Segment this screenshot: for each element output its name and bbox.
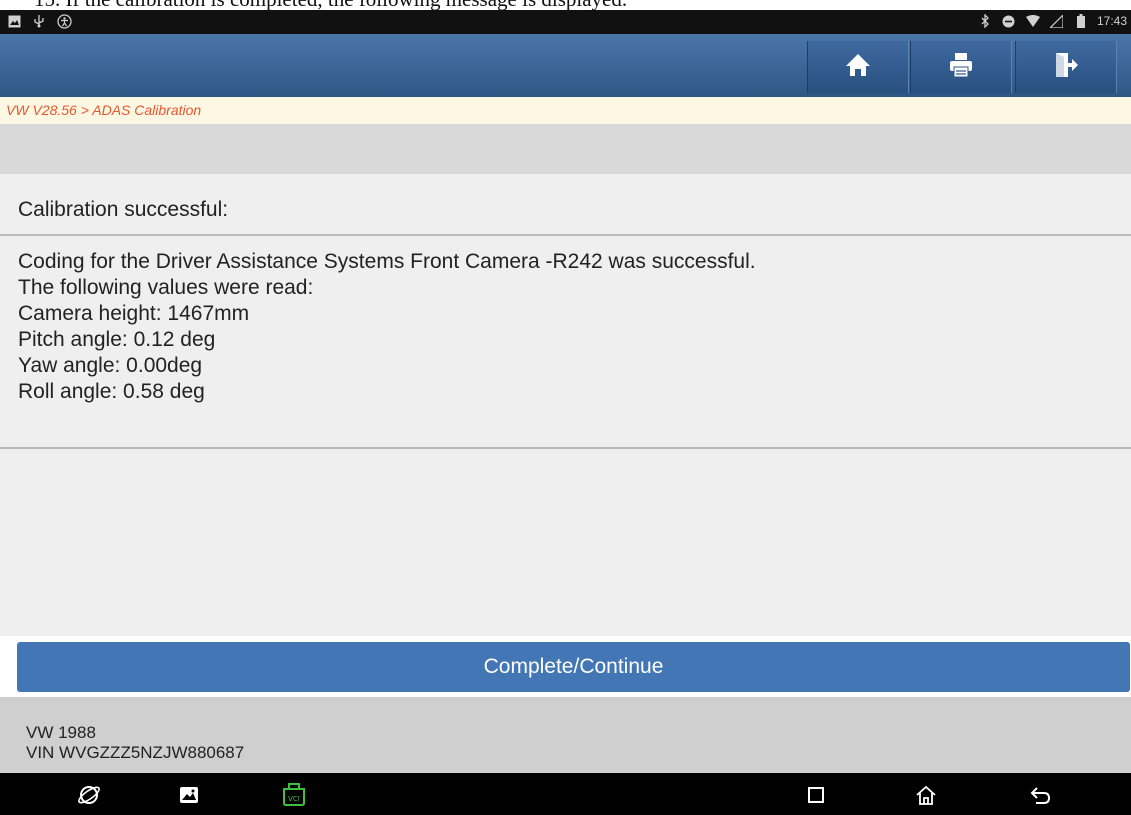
gallery-icon xyxy=(6,13,22,29)
app-header xyxy=(0,34,1131,97)
vci-icon[interactable]: VCI xyxy=(281,782,307,808)
empty-header-row xyxy=(0,124,1131,174)
message-line: Pitch angle: 0.12 deg xyxy=(18,328,216,351)
dialog-title: Calibration successful: xyxy=(0,174,1131,236)
exit-icon xyxy=(1054,52,1078,83)
battery-icon xyxy=(1073,13,1089,29)
recents-icon[interactable] xyxy=(803,782,829,808)
svg-text:VCI: VCI xyxy=(288,795,300,803)
navigation-bar: VCI xyxy=(0,773,1131,815)
document-caption: 15. If the calibration is completed, the… xyxy=(34,0,1034,10)
gallery-icon[interactable] xyxy=(176,782,202,808)
bluetooth-icon xyxy=(977,13,993,29)
wifi-icon xyxy=(1025,13,1041,29)
dialog-content: Calibration successful: Coding for the D… xyxy=(0,124,1131,636)
dialog-message: Coding for the Driver Assistance Systems… xyxy=(0,236,1131,449)
breadcrumb: VW V28.56 > ADAS Calibration xyxy=(0,97,1131,124)
clock: 17:43 xyxy=(1096,14,1127,28)
message-line: Coding for the Driver Assistance Systems… xyxy=(18,250,756,273)
home-icon[interactable] xyxy=(913,782,939,808)
status-bar: 17:43 xyxy=(0,10,1131,34)
message-line: Yaw angle: 0.00deg xyxy=(18,354,203,377)
back-icon[interactable] xyxy=(1028,782,1054,808)
print-icon xyxy=(949,52,973,83)
vin-label: VIN WVGZZZ5NZJW880687 xyxy=(26,743,245,762)
exit-button[interactable] xyxy=(1015,41,1117,93)
message-line: The following values were read: xyxy=(18,276,314,299)
complete-continue-button[interactable]: Complete/Continue xyxy=(17,642,1130,692)
message-line: Roll angle: 0.58 deg xyxy=(18,380,205,403)
signal-icon xyxy=(1049,13,1065,29)
do-not-disturb-icon xyxy=(1001,13,1017,29)
message-line: Camera height: 1467mm xyxy=(18,302,250,325)
vehicle-label: VW 1988 xyxy=(26,723,96,742)
print-button[interactable] xyxy=(910,41,1012,93)
home-button[interactable] xyxy=(807,41,909,93)
browser-icon[interactable] xyxy=(76,782,102,808)
vehicle-info-footer: VW 1988 VIN WVGZZZ5NZJW880687 xyxy=(0,697,1131,773)
accessibility-icon xyxy=(56,13,72,29)
home-icon xyxy=(845,52,871,83)
usb-icon xyxy=(31,13,47,29)
